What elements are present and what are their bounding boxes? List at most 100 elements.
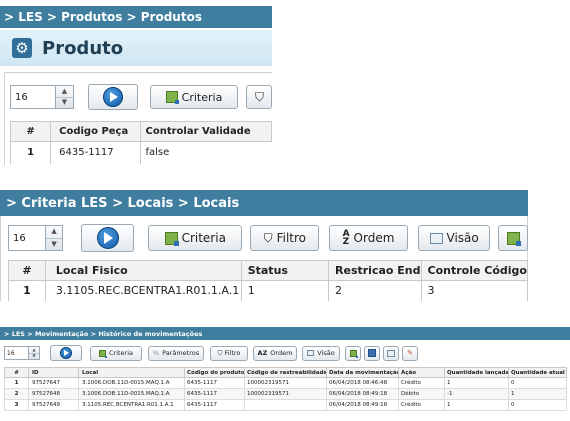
cell: 0 <box>508 377 567 389</box>
table-row[interactable]: 1 6435-1117 false <box>9 141 272 164</box>
table-row[interactable]: 1 3.1105.REC.BCENTRA1.R01.1.A.1 1 2 3 <box>8 280 528 301</box>
criteria-button[interactable]: Criteria <box>148 225 243 251</box>
cell: 3 <box>4 399 29 411</box>
page-size-spinner[interactable]: 16 ▲ ▼ <box>8 225 64 251</box>
cell: 3.1006.DOB.11D-0015.MAQ.1.A <box>78 377 185 389</box>
filtro-button[interactable]: ⛉ Filtro <box>250 225 320 251</box>
panel-locais: > Criteria LES > Locais > Locais 16 ▲ ▼ … <box>0 190 528 305</box>
cell <box>244 399 327 411</box>
breadcrumb: > LES > Produtos > Produtos <box>0 6 272 28</box>
cell: 100002319571 <box>244 377 327 389</box>
save-button[interactable] <box>364 345 380 361</box>
criteria-button[interactable]: Criteria <box>150 85 238 109</box>
col-header[interactable]: Data da movimentação <box>326 367 399 378</box>
export-button[interactable] <box>498 225 528 251</box>
page-title: Produto <box>42 37 124 59</box>
parameters-icon: % <box>152 349 160 357</box>
parametros-button[interactable]: % Parâmetros <box>148 345 204 361</box>
ordem-button[interactable]: AZ Ordem <box>253 345 297 361</box>
panel-produto: > LES > Produtos > Produtos ⚙ Produto 16… <box>0 0 272 165</box>
run-button[interactable] <box>88 84 138 110</box>
spinner-down-icon[interactable]: ▼ <box>46 237 63 251</box>
export-button[interactable] <box>345 345 361 361</box>
criteria-button[interactable]: Criteria <box>90 345 142 361</box>
col-header[interactable]: Controlar Validade <box>140 121 272 142</box>
table-header-row: # Codigo Peça Controlar Validade <box>9 121 272 142</box>
play-icon <box>96 227 119 249</box>
cell: 1 <box>4 377 29 389</box>
table-header-row: # Local Fisico Status Restricao End Cont… <box>8 260 528 281</box>
breadcrumb: > Criteria LES > Locais > Locais <box>0 190 528 216</box>
col-header[interactable]: # <box>9 121 52 142</box>
cell: Crédito <box>398 399 445 411</box>
col-header[interactable]: Ação <box>398 367 445 378</box>
cell: 6435-1117 <box>50 141 141 164</box>
table-row[interactable]: 3 97527649 3.1105.REC.BCENTRA1.R01.1.A.1… <box>4 399 567 411</box>
gear-icon: ⚙ <box>12 38 32 58</box>
cell: 1 <box>8 280 46 301</box>
cell: 0 <box>508 399 567 411</box>
ordem-button[interactable]: AZ Ordem <box>329 225 408 251</box>
cell: 97527648 <box>28 388 79 400</box>
col-header[interactable]: ID <box>28 367 79 378</box>
col-header[interactable]: # <box>4 367 29 378</box>
col-header[interactable]: Código do produto <box>184 367 245 378</box>
col-header[interactable]: Codigo Peça <box>50 121 142 142</box>
cell: 97527647 <box>28 377 79 389</box>
cell: 6435-1117 <box>184 377 245 389</box>
filter-button[interactable]: ⛉ <box>246 85 272 109</box>
chart-button[interactable]: ✎ <box>402 345 418 361</box>
col-header[interactable]: Quantidade lançada <box>444 367 509 378</box>
filtro-button[interactable]: ⛉ Filtro <box>210 345 248 361</box>
col-header[interactable]: Local <box>78 367 185 378</box>
movimentacoes-table: # ID Local Código do produto Código de r… <box>4 367 567 411</box>
page-size-spinner[interactable]: 16 ▲ ▼ <box>4 346 40 360</box>
col-header[interactable]: Restricao End <box>328 260 422 281</box>
spinner-up-icon[interactable]: ▲ <box>56 86 73 97</box>
page-size-spinner[interactable]: 16 ▲ ▼ <box>10 85 74 109</box>
col-header[interactable]: Quantidade atual <box>508 367 567 378</box>
col-header[interactable]: Código de rastreabilidade <box>244 367 327 378</box>
export-icon <box>506 231 521 246</box>
criteria-label: Criteria <box>181 90 223 104</box>
breadcrumb-text: > LES > Movimentação > Histórico de movi… <box>4 329 203 338</box>
table-row[interactable]: 2 97527648 3.1006.DOB.11D-0015.MAQ.1.A 6… <box>4 388 567 400</box>
sort-az-icon: AZ <box>257 349 268 357</box>
cell: 100002319571 <box>244 388 327 400</box>
visao-label: Visão <box>317 349 335 357</box>
save-icon <box>368 349 376 357</box>
col-header[interactable]: Controle Código <box>420 260 528 281</box>
table-header-row: # ID Local Código do produto Código de r… <box>4 367 567 378</box>
spinner-down-icon[interactable]: ▼ <box>29 352 39 360</box>
col-header[interactable]: # <box>8 260 46 281</box>
toolbar: 16 ▲ ▼ Criteria ⛉ <box>10 84 272 110</box>
visao-button[interactable]: Visão <box>417 225 491 251</box>
cell: 2 <box>4 388 29 400</box>
cell: 1 <box>444 399 509 411</box>
cell: 1 <box>444 377 509 389</box>
funnel-icon: ⛉ <box>263 230 273 245</box>
cell: 06/04/2018 08:46:48 <box>326 377 399 389</box>
spinner-down-icon[interactable]: ▼ <box>56 96 73 109</box>
ordem-label: Ordem <box>353 231 395 245</box>
criteria-label: Criteria <box>108 349 134 357</box>
spinner-up-icon[interactable]: ▲ <box>46 226 62 238</box>
col-header[interactable]: Local Fisico <box>44 260 242 281</box>
breadcrumb: > LES > Movimentação > Histórico de movi… <box>0 327 570 340</box>
toolbar: 16 ▲ ▼ Criteria ⛉ Filtro AZ Ordem Visão <box>8 224 528 252</box>
play-icon <box>103 87 123 107</box>
run-button[interactable] <box>81 224 135 252</box>
col-header[interactable]: Status <box>240 260 330 281</box>
breadcrumb-text: > LES > Produtos > Produtos <box>4 10 202 24</box>
visao-button[interactable]: Visão <box>302 345 340 361</box>
page-header: ⚙ Produto <box>0 30 272 66</box>
print-button[interactable] <box>383 345 399 361</box>
breadcrumb-text: > Criteria LES > Locais > Locais <box>6 195 240 211</box>
run-button[interactable] <box>50 345 82 361</box>
table-row[interactable]: 1 97527647 3.1006.DOB.11D-0015.MAQ.1.A 6… <box>4 377 567 389</box>
toolbar: 16 ▲ ▼ Criteria % Parâmetros ⛉ Filtro AZ… <box>4 345 570 361</box>
funnel-icon: ⛉ <box>255 89 265 104</box>
filtro-label: Filtro <box>276 231 307 245</box>
cell: Débito <box>398 388 445 400</box>
cell: false <box>140 141 272 164</box>
